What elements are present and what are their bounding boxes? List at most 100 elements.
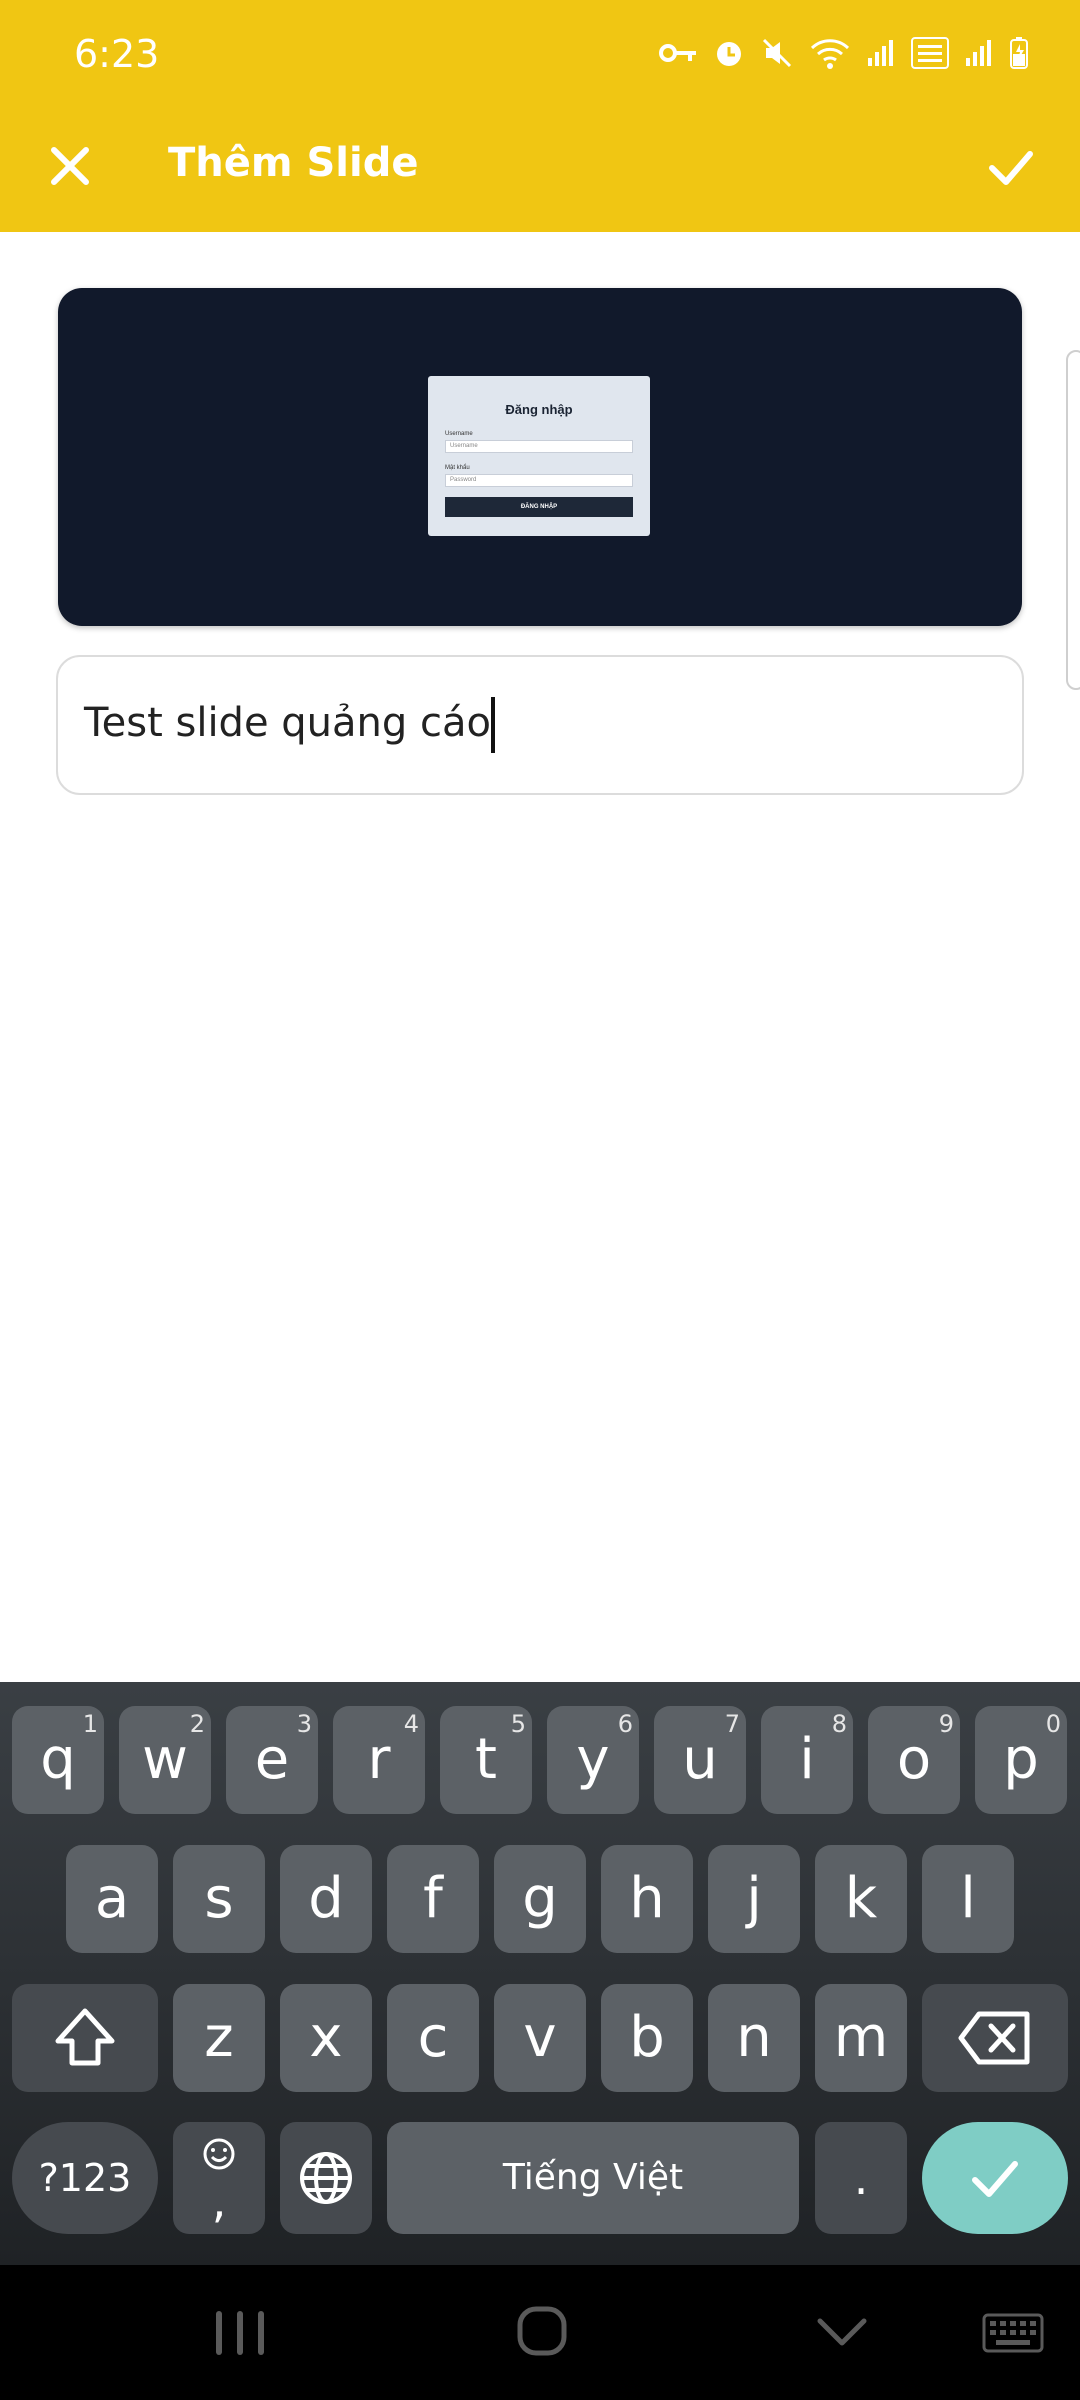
key-char: j — [746, 1866, 762, 1931]
shift-icon — [55, 2008, 115, 2066]
home-button[interactable] — [512, 2301, 572, 2361]
key-char: n — [736, 2005, 772, 2070]
key-hint: 2 — [189, 1710, 205, 1738]
language-key[interactable] — [280, 2122, 372, 2234]
key-k[interactable]: k — [815, 1845, 907, 1953]
emoji-comma-key[interactable]: , — [173, 2122, 265, 2234]
signal-icon — [866, 38, 896, 73]
key-char: d — [308, 1866, 344, 1931]
key-char: q — [40, 1727, 76, 1792]
key-hint: 0 — [1045, 1710, 1061, 1738]
key-char: k — [844, 1866, 878, 1931]
key-z[interactable]: z — [173, 1984, 265, 2092]
mute-icon — [760, 36, 794, 75]
side-scroll-handle[interactable] — [1066, 350, 1080, 690]
alarm-icon — [712, 36, 746, 75]
symbols-key[interactable]: ?123 — [12, 2122, 158, 2234]
key-n[interactable]: n — [708, 1984, 800, 2092]
key-char: p — [1003, 1727, 1039, 1792]
emoji-icon — [203, 2138, 235, 2170]
key-char: b — [629, 2005, 665, 2070]
key-w[interactable]: w2 — [119, 1706, 211, 1814]
key-e[interactable]: e3 — [226, 1706, 318, 1814]
backspace-key[interactable] — [922, 1984, 1068, 2092]
key-s[interactable]: s — [173, 1845, 265, 1953]
key-p[interactable]: p0 — [975, 1706, 1067, 1814]
soft-keyboard: q1 w2 e3 r4 t5 y6 u7 i8 o9 p0 a s d f g … — [0, 1682, 1080, 2265]
key-a[interactable]: a — [66, 1845, 158, 1953]
key-hint: 5 — [510, 1710, 526, 1738]
key-r[interactable]: r4 — [333, 1706, 425, 1814]
wifi-icon — [808, 36, 852, 75]
text-cursor — [490, 697, 495, 753]
check-icon — [972, 2161, 1018, 2197]
key-char: f — [423, 1866, 443, 1931]
key-hint: 9 — [938, 1710, 954, 1738]
slide-image-preview[interactable]: Đăng nhập Username Username Mật khẩu Pas… — [58, 288, 1022, 626]
key-char: s — [204, 1866, 234, 1931]
period-key[interactable]: . — [815, 2122, 907, 2234]
key-char: y — [576, 1727, 610, 1792]
key-j[interactable]: j — [708, 1845, 800, 1953]
status-icons — [658, 36, 1030, 75]
period-label: . — [853, 2151, 869, 2205]
key-i[interactable]: i8 — [761, 1706, 853, 1814]
space-key[interactable]: Tiếng Việt — [387, 2122, 799, 2234]
login-card-preview: Đăng nhập Username Username Mật khẩu Pas… — [428, 376, 650, 536]
key-g[interactable]: g — [494, 1845, 586, 1953]
key-hint: 6 — [617, 1710, 633, 1738]
check-icon — [989, 151, 1033, 185]
close-icon — [51, 147, 89, 185]
key-d[interactable]: d — [280, 1845, 372, 1953]
shift-key[interactable] — [12, 1984, 158, 2092]
key-h[interactable]: h — [601, 1845, 693, 1953]
key-t[interactable]: t5 — [440, 1706, 532, 1814]
key-hint: 7 — [724, 1710, 740, 1738]
back-button[interactable] — [812, 2307, 872, 2357]
recents-button[interactable] — [210, 2305, 270, 2361]
globe-icon — [300, 2152, 352, 2204]
key-y[interactable]: y6 — [547, 1706, 639, 1814]
key-char: l — [960, 1866, 976, 1931]
key-hint: 4 — [403, 1710, 419, 1738]
key-v[interactable]: v — [494, 1984, 586, 2092]
status-bar: 6:23 — [0, 0, 1080, 110]
close-button[interactable] — [42, 138, 98, 194]
username-input-preview: Username — [445, 440, 633, 453]
key-f[interactable]: f — [387, 1845, 479, 1953]
key-b[interactable]: b — [601, 1984, 693, 2092]
key-hint: 8 — [831, 1710, 847, 1738]
key-char: t — [475, 1727, 497, 1792]
key-char: o — [896, 1727, 932, 1792]
app-bar: Thêm Slide — [0, 110, 1080, 232]
key-x[interactable]: x — [280, 1984, 372, 2092]
volte-lte2-icon — [910, 36, 950, 75]
login-button-preview: ĐĂNG NHẬP — [445, 497, 633, 517]
backspace-icon — [958, 2011, 1030, 2065]
vpn-key-icon — [658, 41, 698, 70]
caption-value: Test slide quảng cáo — [84, 700, 491, 746]
confirm-button[interactable] — [982, 138, 1040, 196]
key-o[interactable]: o9 — [868, 1706, 960, 1814]
keyboard-switch-button[interactable] — [982, 2313, 1044, 2353]
key-char: w — [142, 1727, 188, 1792]
key-hint: 3 — [296, 1710, 312, 1738]
recents-icon — [216, 2311, 264, 2355]
username-label: Username — [445, 431, 473, 437]
chevron-down-icon — [817, 2318, 867, 2346]
key-m[interactable]: m — [815, 1984, 907, 2092]
done-key[interactable] — [922, 2122, 1068, 2234]
key-q[interactable]: q1 — [12, 1706, 104, 1814]
slide-caption-input[interactable]: Test slide quảng cáo — [56, 655, 1024, 795]
key-l[interactable]: l — [922, 1845, 1014, 1953]
key-char: u — [682, 1727, 718, 1792]
key-char: h — [629, 1866, 665, 1931]
key-char: m — [833, 2005, 889, 2070]
battery-charging-icon — [1008, 36, 1030, 75]
password-label: Mật khẩu — [445, 465, 470, 471]
key-c[interactable]: c — [387, 1984, 479, 2092]
system-nav-bar — [0, 2265, 1080, 2400]
key-u[interactable]: u7 — [654, 1706, 746, 1814]
symbols-key-label: ?123 — [38, 2156, 132, 2200]
home-icon — [517, 2306, 567, 2356]
